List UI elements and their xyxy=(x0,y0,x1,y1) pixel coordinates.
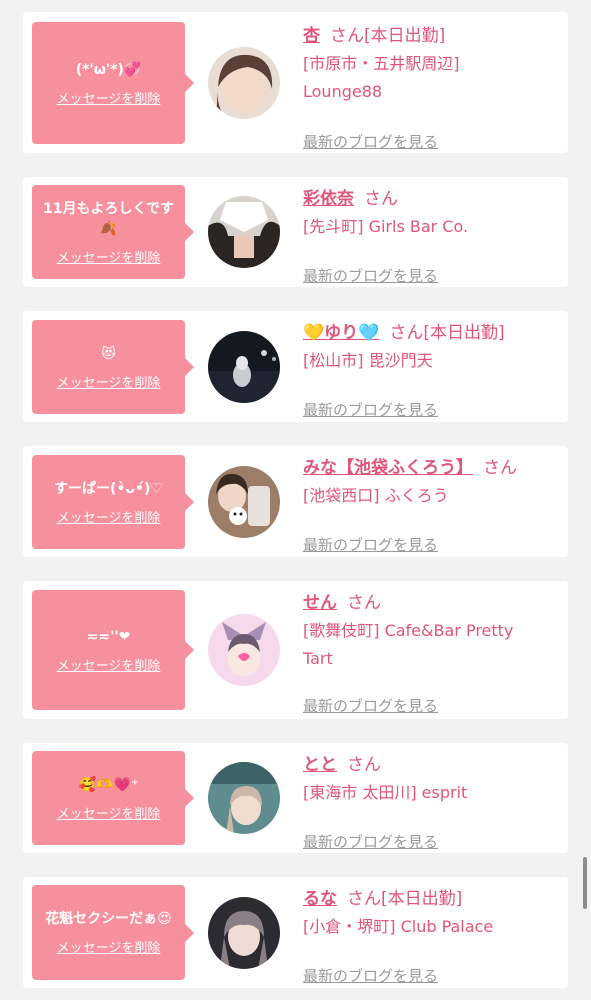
cast-info: せん さん [歌舞伎町] Cafe&Bar Pretty Tart 最新のブログを… xyxy=(303,589,563,715)
shop-info: [市原市・五井駅周辺] Lounge88 xyxy=(303,54,460,101)
avatar[interactable] xyxy=(208,47,280,119)
delete-message-link[interactable]: メッセージを削除 xyxy=(57,655,161,674)
list-item: (*'ω'*)💞 メッセージを削除 杏さん[本日出勤] [市原市・五井駅周辺] … xyxy=(23,12,568,153)
message-text: すーぱー(•̀ᴗ•́)♡ xyxy=(54,480,163,497)
honorific: さん xyxy=(347,755,381,775)
list-item: 😻 メッセージを削除 💛ゆり🩵 さん[本日出勤] [松山市] 毘沙門天 最新のブロ… xyxy=(23,311,568,422)
avatar[interactable] xyxy=(208,762,280,834)
list-item: ≂≂''❤ メッセージを削除 せん さん [歌舞伎町] Cafe&Bar Pret… xyxy=(23,581,568,719)
honorific: さん xyxy=(389,323,424,343)
avatar[interactable] xyxy=(208,614,280,686)
latest-blog-link[interactable]: 最新のブログを見る xyxy=(303,831,438,852)
avatar-photo xyxy=(208,331,280,403)
avatar[interactable] xyxy=(208,466,280,538)
avatar[interactable] xyxy=(208,196,280,268)
list-item: すーぱー(•̀ᴗ•́)♡ メッセージを削除 みな【池袋ふくろう】 さん [池袋西口… xyxy=(23,446,568,557)
cast-name-link[interactable]: 杏 xyxy=(303,26,320,46)
cast-info: 杏さん[本日出勤] [市原市・五井駅周辺] Lounge88 最新のブログを見る xyxy=(303,22,563,151)
avatar-photo xyxy=(208,466,280,538)
message-text: 11月もよろしくです🍂 xyxy=(42,200,175,237)
latest-blog-link[interactable]: 最新のブログを見る xyxy=(303,265,438,286)
avatar-photo xyxy=(208,897,280,969)
avatar-photo xyxy=(208,762,280,834)
cast-name-link[interactable]: せん xyxy=(303,593,337,613)
shop-info: [東海市 太田川] esprit xyxy=(303,783,468,802)
cast-info: みな【池袋ふくろう】 さん [池袋西口] ふくろう 最新のブログを見る xyxy=(303,454,563,554)
latest-blog-link[interactable]: 最新のブログを見る xyxy=(303,534,438,555)
message-bubble: 11月もよろしくです🍂 メッセージを削除 xyxy=(32,185,194,279)
latest-blog-link[interactable]: 最新のブログを見る xyxy=(303,399,438,420)
avatar-photo xyxy=(208,196,280,268)
status-text: [本日出勤] xyxy=(423,323,505,343)
delete-message-link[interactable]: メッセージを削除 xyxy=(57,507,161,526)
list-item: 🥰🫶💗⁺ メッセージを削除 とと さん [東海市 太田川] esprit 最新のブ… xyxy=(23,743,568,853)
avatar-photo xyxy=(208,614,280,686)
cast-name-link[interactable]: みな【池袋ふくろう】 xyxy=(303,458,473,478)
message-bubble: (*'ω'*)💞 メッセージを削除 xyxy=(32,22,194,144)
honorific: さん xyxy=(347,593,381,613)
list-item: 11月もよろしくです🍂 メッセージを削除 彩依奈 さん [先斗町] Girls B… xyxy=(23,177,568,287)
delete-message-link[interactable]: メッセージを削除 xyxy=(57,803,161,822)
avatar[interactable] xyxy=(208,897,280,969)
cast-name-link[interactable]: るな xyxy=(303,889,337,909)
honorific: さん xyxy=(483,458,517,478)
shop-info: [小倉・堺町] Club Palace xyxy=(303,917,494,936)
cast-name-link[interactable]: とと xyxy=(303,755,337,775)
status-text: [本日出勤] xyxy=(364,26,446,46)
message-bubble: すーぱー(•̀ᴗ•́)♡ メッセージを削除 xyxy=(32,455,194,549)
message-text: 😻 xyxy=(101,345,116,362)
latest-blog-link[interactable]: 最新のブログを見る xyxy=(303,965,438,986)
cast-info: るな さん[本日出勤] [小倉・堺町] Club Palace 最新のブログを見る xyxy=(303,885,563,985)
scrollbar[interactable] xyxy=(583,857,587,909)
shop-info: [池袋西口] ふくろう xyxy=(303,486,449,505)
shop-info: [松山市] 毘沙門天 xyxy=(303,351,433,370)
latest-blog-link[interactable]: 最新のブログを見る xyxy=(303,695,438,716)
status-text: [本日出勤] xyxy=(381,889,463,909)
honorific: さん xyxy=(364,189,398,209)
message-bubble: ≂≂''❤ メッセージを削除 xyxy=(32,590,194,710)
delete-message-link[interactable]: メッセージを削除 xyxy=(57,247,161,266)
latest-blog-link[interactable]: 最新のブログを見る xyxy=(303,131,438,152)
avatar[interactable] xyxy=(208,331,280,403)
avatar-photo xyxy=(208,47,280,119)
honorific: さん xyxy=(347,889,381,909)
list-item: 花魁セクシーだぁ😍 メッセージを削除 るな さん[本日出勤] [小倉・堺町] Cl… xyxy=(23,877,568,988)
message-text: 花魁セクシーだぁ😍 xyxy=(45,911,172,927)
shop-info: [先斗町] Girls Bar Co. xyxy=(303,217,469,236)
cast-info: 彩依奈 さん [先斗町] Girls Bar Co. 最新のブログを見る xyxy=(303,185,563,285)
cast-info: とと さん [東海市 太田川] esprit 最新のブログを見る xyxy=(303,751,563,851)
message-bubble: 🥰🫶💗⁺ メッセージを削除 xyxy=(32,751,194,845)
shop-info: [歌舞伎町] Cafe&Bar Pretty Tart xyxy=(303,621,514,668)
delete-message-link[interactable]: メッセージを削除 xyxy=(57,88,161,107)
message-bubble: 😻 メッセージを削除 xyxy=(32,320,194,414)
cast-name-link[interactable]: 彩依奈 xyxy=(303,189,354,209)
message-text: ≂≂''❤ xyxy=(86,628,131,645)
delete-message-link[interactable]: メッセージを削除 xyxy=(57,937,161,956)
delete-message-link[interactable]: メッセージを削除 xyxy=(57,372,161,391)
cast-name-link[interactable]: 💛ゆり🩵 xyxy=(303,323,379,343)
message-text: 🥰🫶💗⁺ xyxy=(78,776,139,793)
honorific: さん xyxy=(330,26,364,46)
message-text: (*'ω'*)💞 xyxy=(75,61,142,78)
cast-info: 💛ゆり🩵 さん[本日出勤] [松山市] 毘沙門天 最新のブログを見る xyxy=(303,319,563,419)
message-bubble: 花魁セクシーだぁ😍 メッセージを削除 xyxy=(32,885,194,980)
